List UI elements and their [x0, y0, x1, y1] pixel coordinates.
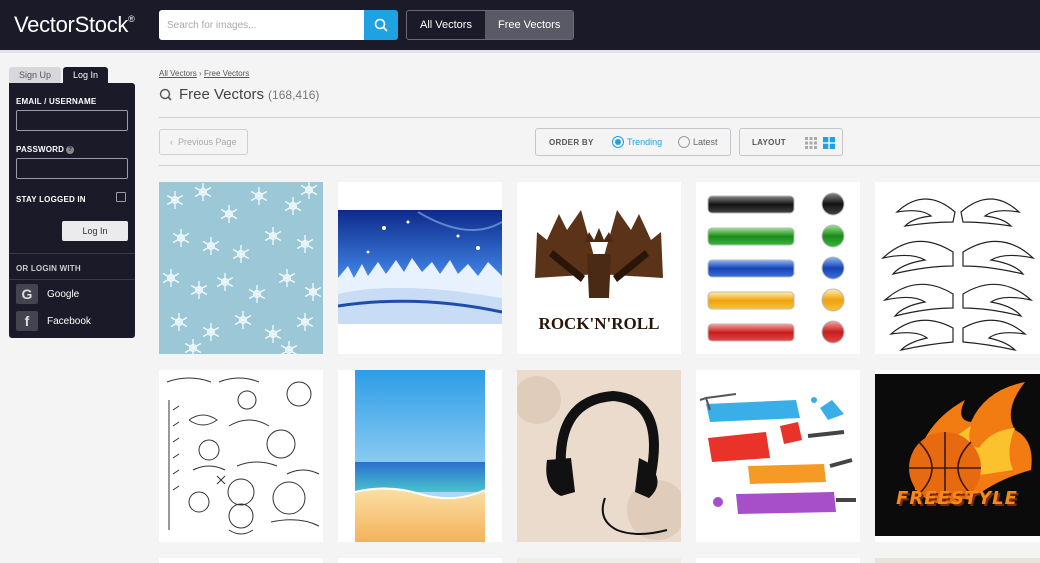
basketball-image: [875, 374, 1040, 536]
snowflake-image: [162, 182, 322, 354]
result-count: (168,416): [268, 87, 320, 102]
search-icon: [159, 88, 172, 101]
order-by-control: ORDER BY Trending Latest: [535, 128, 731, 156]
log-in-button[interactable]: Log In: [62, 221, 128, 241]
thumbnail-partial[interactable]: [696, 558, 860, 563]
wings-image: [881, 198, 1035, 352]
facebook-icon: f: [16, 311, 38, 331]
beach-image: [354, 370, 486, 542]
google-label: Google: [47, 288, 80, 300]
trending-radio[interactable]: [612, 136, 624, 148]
rock-n-roll-text: ROCK'N'ROLL: [538, 314, 660, 333]
layout-control: LAYOUT: [739, 128, 843, 156]
password-label: PASSWORD?: [16, 145, 75, 154]
thumbnail-partial[interactable]: [159, 558, 323, 563]
breadcrumb-separator: ›: [199, 69, 202, 78]
page-title: Free Vectors (168,416): [159, 86, 319, 103]
wings-set-thumbnail[interactable]: [875, 182, 1040, 354]
headphones-grunge-thumbnail[interactable]: [517, 370, 681, 542]
email-field[interactable]: [16, 110, 128, 131]
or-login-with-label: OR LOGIN WITH: [16, 264, 81, 273]
divider: [159, 165, 1040, 166]
search-input[interactable]: [159, 10, 365, 40]
divider: [159, 117, 1040, 118]
vectorstock-logo[interactable]: VectorStock®: [14, 12, 135, 38]
glossy-buttons-image: [707, 192, 845, 344]
stay-logged-in-checkbox[interactable]: [116, 192, 126, 202]
grid-small-icon[interactable]: [805, 137, 817, 149]
order-by-label: ORDER BY: [549, 138, 594, 147]
beach-scene-thumbnail[interactable]: [338, 370, 502, 542]
grid-large-icon[interactable]: [823, 137, 835, 149]
previous-page-button[interactable]: ‹ Previous Page: [159, 129, 248, 155]
tab-log-in[interactable]: Log In: [63, 67, 109, 83]
thumbnail-partial[interactable]: [338, 558, 502, 563]
floral-ornaments-image: [166, 377, 320, 535]
search-icon: [374, 18, 388, 32]
help-icon[interactable]: ?: [66, 145, 75, 154]
stay-logged-in-label: STAY LOGGED IN: [16, 195, 86, 204]
trending-label[interactable]: Trending: [627, 137, 662, 147]
divider: [9, 279, 135, 280]
thumbnail-partial[interactable]: [517, 558, 681, 563]
snowflake-pattern-thumbnail[interactable]: [159, 182, 323, 354]
top-header: VectorStock® All Vectors Free Vectors: [0, 0, 1040, 50]
latest-radio[interactable]: [678, 136, 690, 148]
basketball-freestyle-thumbnail[interactable]: FREESTYLE: [875, 370, 1040, 542]
paint-strokes-thumbnail[interactable]: [696, 370, 860, 542]
divider: [9, 253, 135, 254]
facebook-label: Facebook: [47, 315, 91, 327]
all-vectors-button[interactable]: All Vectors: [407, 11, 485, 39]
floral-ornaments-thumbnail[interactable]: [159, 370, 323, 542]
facebook-login-button[interactable]: f Facebook: [16, 311, 91, 331]
freestyle-graffiti-text: FREESTYLE: [896, 488, 1018, 509]
tab-sign-up[interactable]: Sign Up: [9, 67, 62, 83]
title-text: Free Vectors: [179, 86, 265, 103]
chevron-left-icon: ‹: [170, 137, 178, 147]
search-button[interactable]: [364, 10, 398, 40]
breadcrumb-free-vectors[interactable]: Free Vectors: [204, 69, 249, 78]
winter-banner-image: [338, 210, 502, 324]
latest-label[interactable]: Latest: [693, 137, 718, 147]
glossy-buttons-thumbnail[interactable]: [696, 182, 860, 354]
headphones-image: [517, 370, 681, 542]
auth-tabs: Sign Up Log In: [9, 67, 109, 83]
thumbnail-partial[interactable]: [875, 558, 1040, 563]
winter-banner-thumbnail[interactable]: [338, 182, 502, 354]
paint-strokes-image: [699, 393, 856, 514]
vector-type-toggle: All Vectors Free Vectors: [406, 10, 575, 40]
breadcrumb: All Vectors › Free Vectors: [159, 69, 249, 78]
password-field[interactable]: [16, 158, 128, 179]
rock-n-roll-emblem-thumbnail[interactable]: ROCK'N'ROLL: [517, 182, 681, 354]
email-label: EMAIL / USERNAME: [16, 97, 97, 106]
breadcrumb-all-vectors[interactable]: All Vectors: [159, 69, 197, 78]
google-login-button[interactable]: G Google: [16, 284, 79, 304]
google-icon: G: [16, 284, 38, 304]
layout-label: LAYOUT: [752, 138, 786, 147]
free-vectors-button[interactable]: Free Vectors: [484, 11, 574, 39]
login-panel: EMAIL / USERNAME PASSWORD? STAY LOGGED I…: [9, 83, 135, 338]
